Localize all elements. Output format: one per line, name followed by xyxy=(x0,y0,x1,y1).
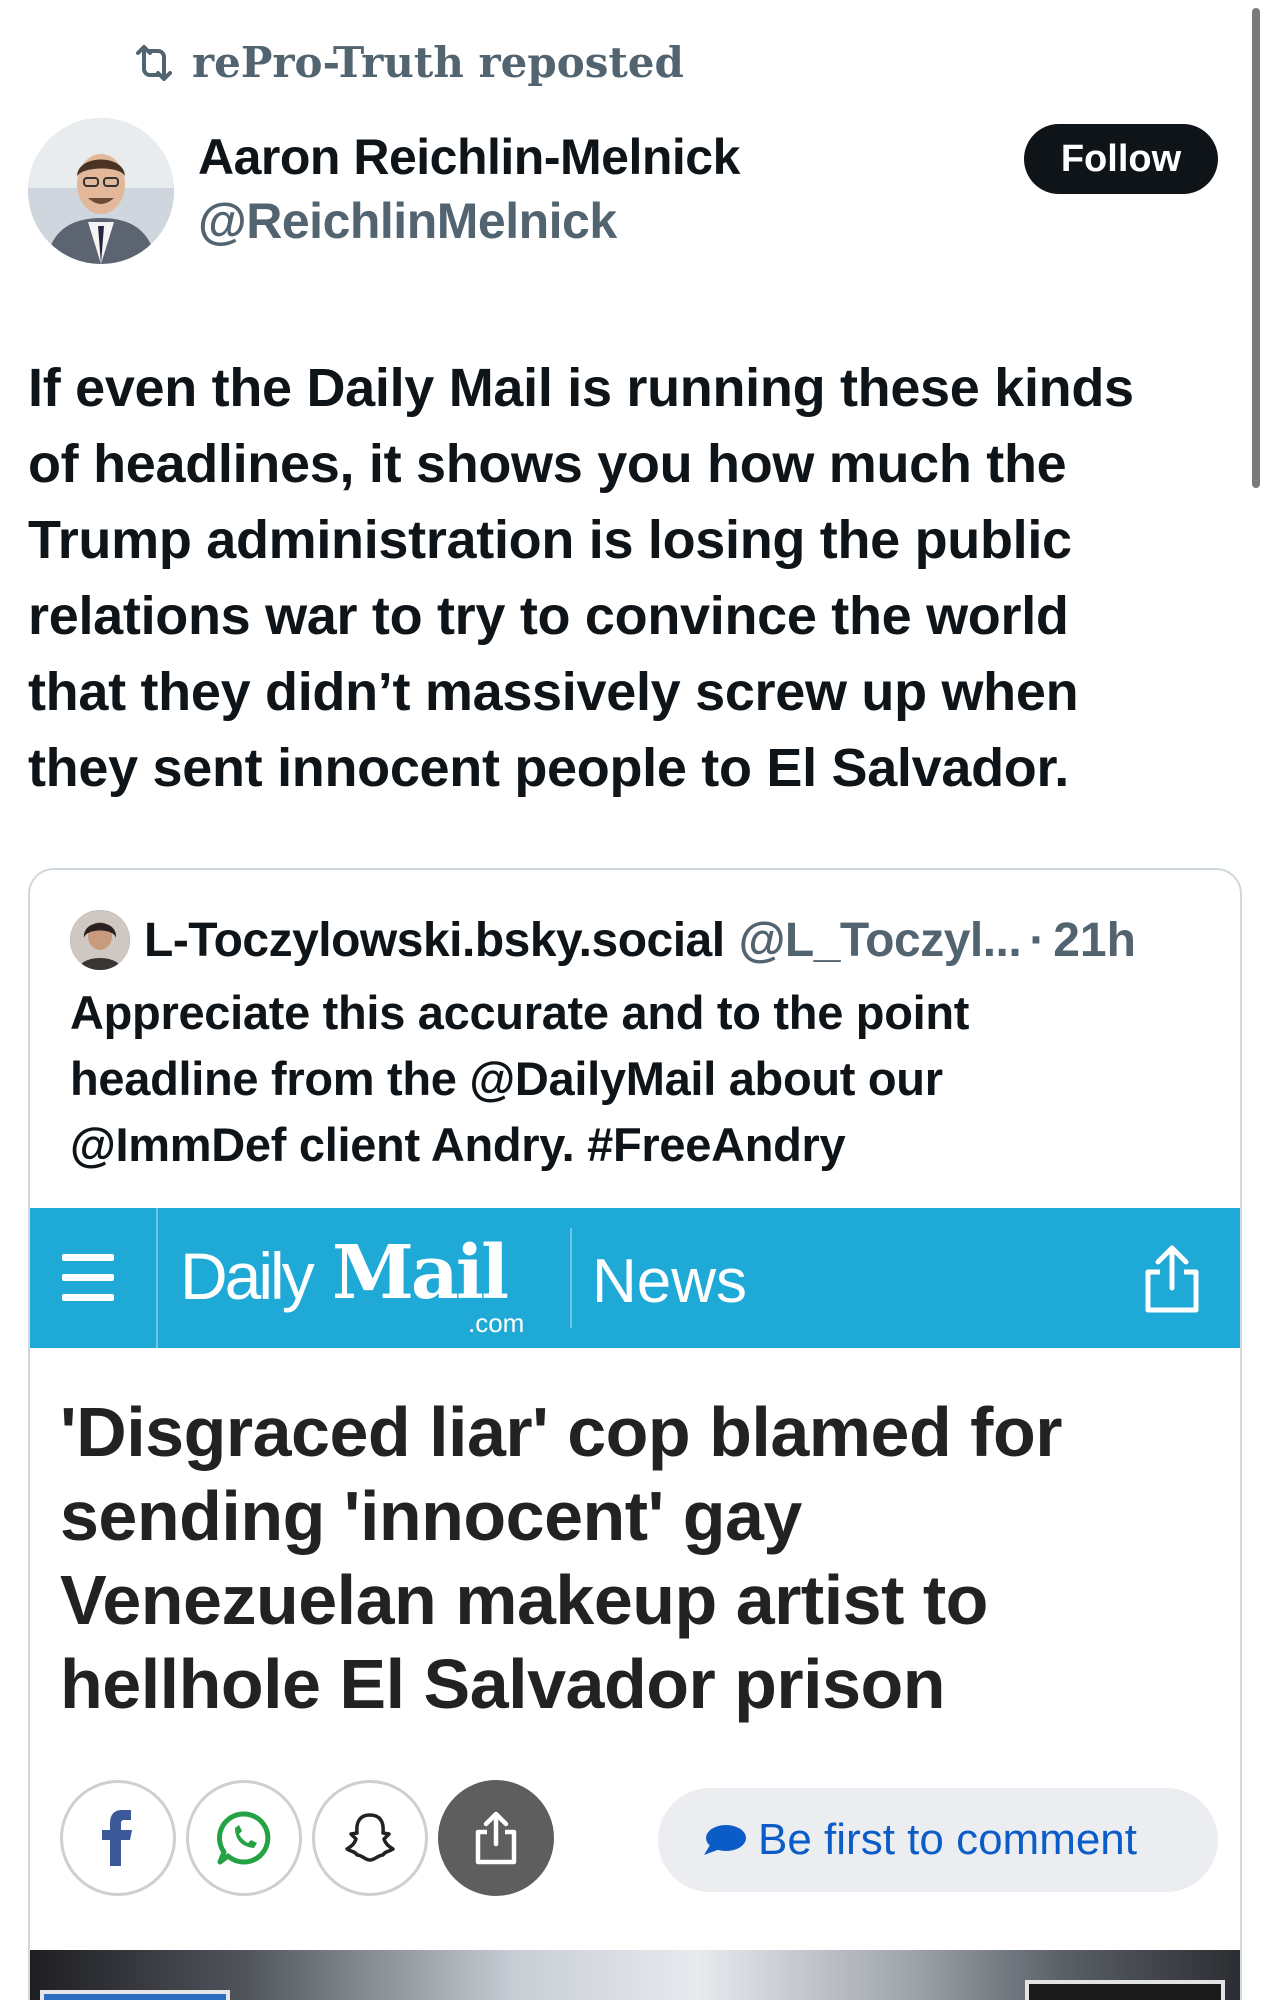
repost-indicator[interactable]: rePro-Truth reposted xyxy=(130,38,684,87)
facebook-icon xyxy=(60,1780,176,1896)
headline-line: 'Disgraced liar' cop blamed for xyxy=(60,1393,1062,1471)
post-text-line: that they didn’t massively screw up when xyxy=(28,662,1079,722)
author-handle[interactable]: @ReichlinMelnick xyxy=(198,192,617,250)
dailymail-logo-com: .com xyxy=(468,1308,525,1338)
quoted-author-avatar[interactable] xyxy=(70,910,130,970)
separator-dot: · xyxy=(1029,913,1046,967)
speech-bubble-icon xyxy=(704,1825,746,1855)
quoted-author-name[interactable]: L-Toczylowski.bsky.social xyxy=(144,913,725,968)
repost-icon xyxy=(136,44,172,81)
comment-label: Be first to comment xyxy=(758,1815,1138,1864)
post-text: If even the Daily Mail is running these … xyxy=(28,350,1238,806)
quoted-text-line: @ImmDef client Andry. #FreeAndry xyxy=(70,1118,846,1171)
snapchat-icon xyxy=(312,1780,428,1896)
quoted-post-header: L-Toczylowski.bsky.social @L_Toczyl... ·… xyxy=(70,910,1136,970)
dailymail-logo-mail: Mail xyxy=(332,1230,509,1316)
share-icon xyxy=(438,1780,554,1896)
repost-label: rePro-Truth reposted xyxy=(192,38,684,87)
headline-line: sending 'innocent' gay xyxy=(60,1477,802,1555)
scrollbar[interactable] xyxy=(1252,8,1260,488)
embedded-dailymail-screenshot[interactable]: Daily Mail .com News 'Disgraced liar' co… xyxy=(30,1208,1240,2000)
post-text-line: of headlines, it shows you how much the xyxy=(28,434,1067,494)
post-text-line: relations war to try to convince the wor… xyxy=(28,586,1069,646)
quoted-author-handle[interactable]: @L_Toczyl... xyxy=(739,913,1022,968)
headline-line: Venezuelan makeup artist to xyxy=(60,1561,988,1639)
article-photo-strip xyxy=(30,1950,1240,2000)
share-icon xyxy=(1145,1245,1199,1313)
post-text-line: they sent innocent people to El Salvador… xyxy=(28,738,1069,798)
author-avatar[interactable] xyxy=(28,118,174,264)
quoted-post-time[interactable]: 21h xyxy=(1053,913,1136,968)
quoted-post-card[interactable]: L-Toczylowski.bsky.social @L_Toczyl... ·… xyxy=(28,868,1242,2000)
quoted-text-line: headline from the @DailyMail about our xyxy=(70,1052,943,1105)
dailymail-headline: 'Disgraced liar' cop blamed for sending … xyxy=(60,1390,1210,1726)
follow-button[interactable]: Follow xyxy=(1024,124,1218,194)
post-text-line: If even the Daily Mail is running these … xyxy=(28,358,1134,418)
dailymail-header-bar: Daily Mail .com News xyxy=(30,1208,1240,1348)
hamburger-menu-icon xyxy=(62,1254,114,1306)
post-text-line: Trump administration is losing the publi… xyxy=(28,510,1072,570)
headline-line: hellhole El Salvador prison xyxy=(60,1645,946,1723)
quoted-post-text: Appreciate this accurate and to the poin… xyxy=(70,980,1200,1178)
comment-button: Be first to comment xyxy=(658,1788,1218,1892)
dailymail-section-label: News xyxy=(592,1247,748,1316)
post-page: rePro-Truth reposted Aaron Reichlin-Meln… xyxy=(0,0,1269,2000)
whatsapp-icon xyxy=(186,1780,302,1896)
quoted-text-line: Appreciate this accurate and to the poin… xyxy=(70,986,970,1039)
author-name[interactable]: Aaron Reichlin-Melnick xyxy=(198,128,740,186)
dailymail-logo-daily: Daily xyxy=(180,1239,315,1313)
